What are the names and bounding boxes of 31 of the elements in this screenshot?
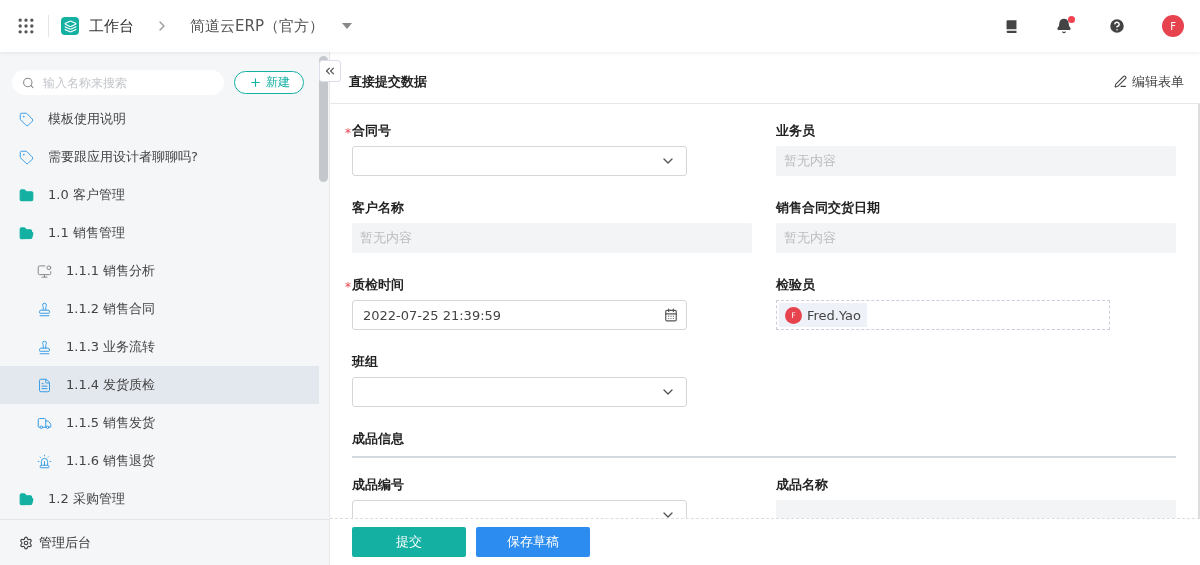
required-mark: * (345, 280, 351, 294)
avatar[interactable]: F (1162, 15, 1184, 37)
date-box[interactable]: 2022-07-25 21:39:59 (352, 300, 687, 330)
section-title: 成品信息 (352, 430, 1176, 458)
admin-link[interactable]: 管理后台 (39, 533, 91, 552)
field-label: 质检时间 (352, 276, 404, 294)
form-title: 直接提交数据 (349, 72, 427, 91)
field-label: 客户名称 (352, 199, 404, 217)
required-mark: * (345, 126, 351, 140)
field-label: 业务员 (776, 122, 815, 140)
field-label: 成品编号 (352, 476, 404, 494)
nav-item[interactable]: 1.1.4 发货质检 (0, 366, 319, 404)
nav-item[interactable]: 1.1 销售管理 (0, 214, 319, 252)
nav-item[interactable]: 1.1.3 业务流转 (0, 328, 319, 366)
app-title[interactable]: 简道云ERP（官方） (190, 16, 324, 36)
field-label: 检验员 (776, 276, 815, 294)
nav-item[interactable]: 1.1.5 销售发货 (0, 404, 319, 442)
nav-item[interactable]: 1.1.6 销售退货 (0, 442, 319, 480)
nav-item[interactable]: 1.0 客户管理 (0, 176, 319, 214)
nav-item[interactable]: 1.1.2 销售合同 (0, 290, 319, 328)
nav-item[interactable]: 模板使用说明 (0, 100, 319, 138)
edit-form-link[interactable]: 编辑表单 (1132, 72, 1184, 91)
home-link[interactable]: 工作台 (89, 16, 134, 36)
nav-item[interactable]: 需要跟应用设计者聊聊吗? (0, 138, 319, 176)
field-label: 销售合同交货日期 (776, 199, 880, 217)
field-label: 班组 (352, 353, 378, 371)
nav-item[interactable]: 1.2 采购管理 (0, 480, 319, 518)
field-label: 成品名称 (776, 476, 828, 494)
field-label: 合同号 (352, 122, 391, 140)
date-field[interactable]: 2022-07-25 21:39:59 (361, 306, 561, 324)
nav-item[interactable]: 1.1.1 销售分析 (0, 252, 319, 290)
